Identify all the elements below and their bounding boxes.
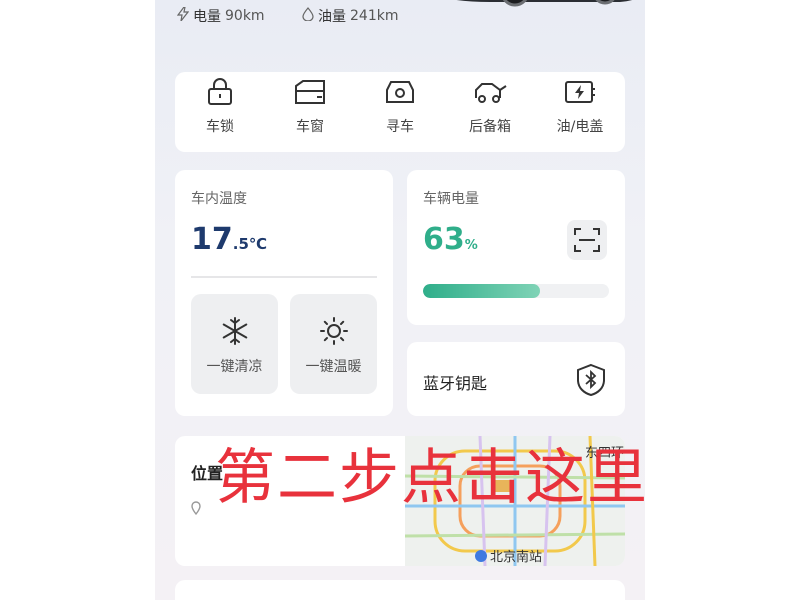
window-label: 车窗: [296, 119, 324, 135]
vehicle-header: 电量 90km 油量 241km: [155, 0, 645, 65]
battery-level-bar: [423, 284, 609, 298]
fuel-range-value: 241km: [350, 8, 399, 24]
trunk-icon: [475, 83, 507, 103]
battery-percent: 63: [423, 222, 465, 257]
fuel-range-stat: 油量 241km: [302, 6, 398, 26]
car-image: [456, 0, 633, 7]
battery-range-value: 90km: [225, 8, 265, 24]
cabin-temperature-label: 车内温度: [191, 191, 247, 207]
cabin-temperature-value: 17.5℃: [191, 222, 267, 257]
fuel-cap-icon: [565, 81, 595, 103]
find-car-button[interactable]: 寻车: [355, 72, 445, 152]
battery-level-fill: [423, 284, 541, 298]
lock-icon: [208, 78, 232, 105]
battery-unit: %: [464, 238, 478, 253]
temperature-integer: 17: [191, 222, 233, 257]
quick-warm-label: 一键温暖: [305, 359, 362, 375]
bluetooth-shield-icon: [577, 363, 605, 397]
bolt-icon: [176, 6, 190, 25]
quick-cool-button[interactable]: 一键清凉: [191, 294, 278, 394]
fuel-drop-icon: [302, 7, 314, 25]
lock-label: 车锁: [206, 119, 234, 135]
scan-icon: [574, 228, 600, 252]
temperature-fraction: .5: [232, 235, 249, 253]
find-car-icon: [386, 81, 414, 103]
battery-range-stat: 电量 90km: [176, 6, 265, 26]
map-label-station: 北京南站: [475, 546, 542, 565]
trunk-button[interactable]: 后备箱: [445, 72, 535, 152]
find-car-label: 寻车: [386, 119, 414, 135]
lock-button[interactable]: 车锁: [175, 72, 265, 152]
station-name: 北京南站: [490, 550, 543, 565]
instruction-annotation: 第二步点击这里: [215, 443, 649, 513]
battery-label: 车辆电量: [423, 191, 479, 207]
trunk-label: 后备箱: [469, 119, 511, 135]
fuel-cap-label: 油/电盖: [556, 119, 604, 135]
quick-controls-card: 车锁 车窗 寻车 后备箱 油/电盖: [175, 72, 625, 152]
cabin-temperature-card: 车内温度 17.5℃ 一键清凉 一键温暖: [175, 170, 393, 416]
bluetooth-key-card[interactable]: 蓝牙钥匙: [407, 342, 625, 416]
station-icon: [475, 549, 487, 562]
scan-button[interactable]: [567, 220, 607, 260]
bluetooth-key-label: 蓝牙钥匙: [423, 374, 488, 393]
battery-card[interactable]: 车辆电量 63%: [407, 170, 625, 325]
battery-value: 63%: [423, 222, 478, 257]
divider: [191, 276, 377, 278]
next-card: [175, 580, 625, 600]
fuel-range-label: 油量: [318, 9, 346, 25]
sun-icon: [319, 317, 348, 345]
quick-cool-label: 一键清凉: [206, 359, 263, 375]
quick-warm-button[interactable]: 一键温暖: [290, 294, 377, 394]
temperature-unit: ℃: [248, 235, 268, 253]
window-icon: [295, 80, 325, 104]
window-button[interactable]: 车窗: [265, 72, 355, 152]
fuel-cap-button[interactable]: 油/电盖: [535, 72, 625, 152]
snowflake-icon: [222, 317, 247, 345]
battery-range-label: 电量: [193, 9, 221, 25]
location-pin-icon: [191, 500, 201, 519]
